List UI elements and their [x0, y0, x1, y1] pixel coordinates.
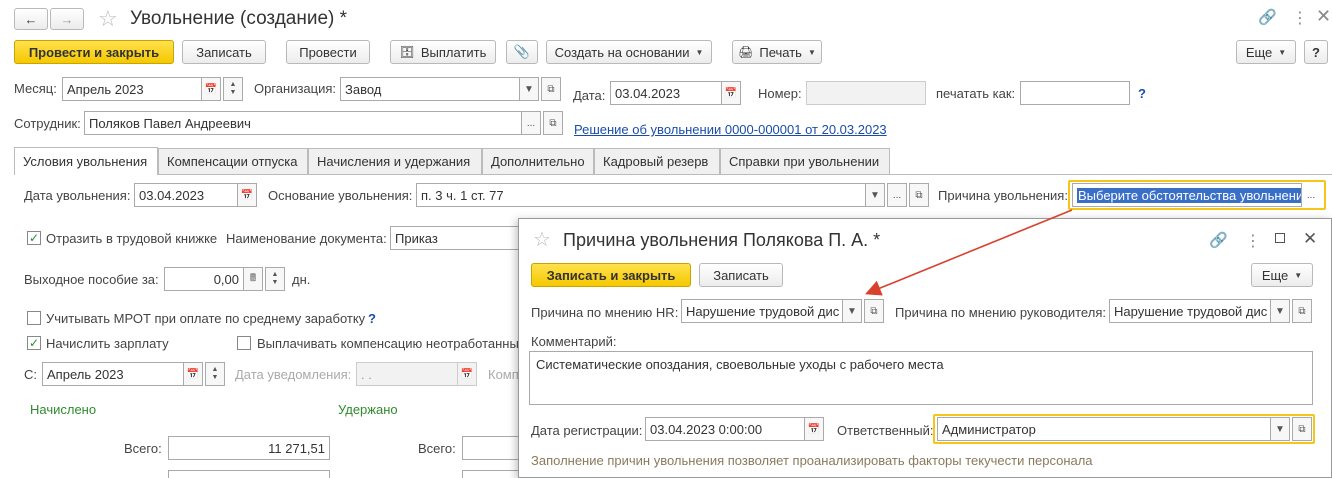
annotation-arrow	[865, 209, 1073, 296]
